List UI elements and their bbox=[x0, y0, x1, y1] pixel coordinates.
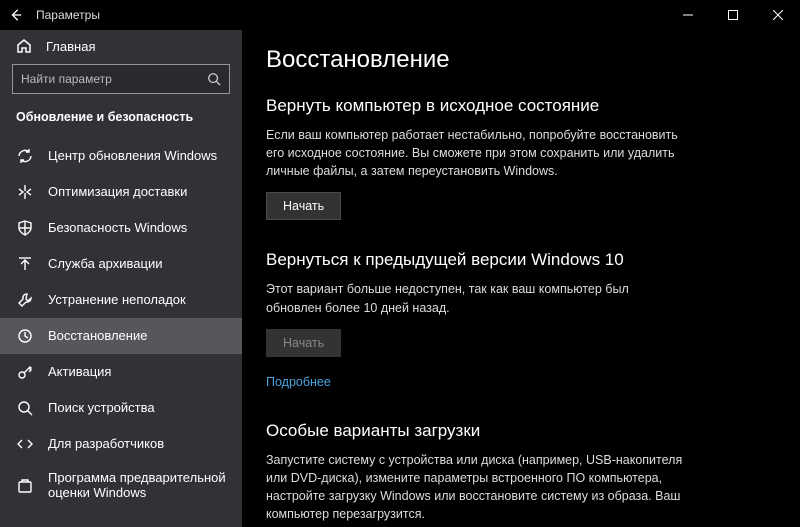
section-advanced-startup: Особые варианты загрузки Запустите систе… bbox=[266, 421, 686, 527]
sidebar-category: Обновление и безопасность bbox=[0, 104, 242, 138]
insider-icon bbox=[16, 477, 34, 495]
sidebar-item-label: Для разработчиков bbox=[48, 437, 164, 452]
home-icon bbox=[16, 38, 32, 54]
section-goback-desc: Этот вариант больше недоступен, так как … bbox=[266, 280, 686, 316]
window-title: Параметры bbox=[36, 8, 100, 22]
content: Восстановление Вернуть компьютер в исход… bbox=[242, 30, 800, 527]
sidebar-item-label: Активация bbox=[48, 365, 111, 380]
sidebar-item-label: Безопасность Windows bbox=[48, 221, 187, 236]
maximize-icon bbox=[728, 10, 738, 20]
sidebar-item-label: Устранение неполадок bbox=[48, 293, 186, 308]
sidebar-item-find-my-device[interactable]: Поиск устройства bbox=[0, 390, 242, 426]
titlebar: Параметры bbox=[0, 0, 800, 30]
section-goback: Вернуться к предыдущей версии Windows 10… bbox=[266, 250, 686, 390]
maximize-button[interactable] bbox=[710, 0, 755, 30]
goback-start-button: Начать bbox=[266, 329, 341, 357]
search-input[interactable] bbox=[21, 72, 207, 86]
section-reset: Вернуть компьютер в исходное состояние Е… bbox=[266, 96, 686, 220]
window-controls bbox=[665, 0, 800, 30]
home-label: Главная bbox=[46, 39, 95, 54]
sidebar-item-activation[interactable]: Активация bbox=[0, 354, 242, 390]
close-icon bbox=[773, 10, 783, 20]
sidebar-item-label: Программа предварительной оценки Windows bbox=[48, 471, 226, 501]
sync-icon bbox=[16, 147, 34, 165]
main: Главная Обновление и безопасность Центр … bbox=[0, 30, 800, 527]
sidebar-item-windows-update[interactable]: Центр обновления Windows bbox=[0, 138, 242, 174]
recovery-icon bbox=[16, 327, 34, 345]
sidebar-item-label: Центр обновления Windows bbox=[48, 149, 217, 164]
search-box[interactable] bbox=[12, 64, 230, 94]
sidebar-item-recovery[interactable]: Восстановление bbox=[0, 318, 242, 354]
minimize-button[interactable] bbox=[665, 0, 710, 30]
delivery-icon bbox=[16, 183, 34, 201]
home-button[interactable]: Главная bbox=[0, 30, 242, 64]
section-goback-title: Вернуться к предыдущей версии Windows 10 bbox=[266, 250, 686, 270]
section-reset-desc: Если ваш компьютер работает нестабильно,… bbox=[266, 126, 686, 180]
sidebar-nav: Центр обновления Windows Оптимизация дос… bbox=[0, 138, 242, 510]
close-button[interactable] bbox=[755, 0, 800, 30]
back-button[interactable] bbox=[0, 0, 32, 30]
minimize-icon bbox=[683, 10, 693, 20]
sidebar-item-label: Служба архивации bbox=[48, 257, 163, 272]
wrench-icon bbox=[16, 291, 34, 309]
sidebar-item-label: Восстановление bbox=[48, 329, 147, 344]
location-icon bbox=[16, 399, 34, 417]
section-advanced-desc: Запустите систему с устройства или диска… bbox=[266, 451, 686, 524]
sidebar-item-windows-security[interactable]: Безопасность Windows bbox=[0, 210, 242, 246]
section-advanced-title: Особые варианты загрузки bbox=[266, 421, 686, 441]
sidebar: Главная Обновление и безопасность Центр … bbox=[0, 30, 242, 527]
sidebar-item-for-developers[interactable]: Для разработчиков bbox=[0, 426, 242, 462]
goback-learnmore-link[interactable]: Подробнее bbox=[266, 375, 331, 389]
backup-icon bbox=[16, 255, 34, 273]
search-icon bbox=[207, 72, 221, 86]
sidebar-item-delivery-optimization[interactable]: Оптимизация доставки bbox=[0, 174, 242, 210]
shield-icon bbox=[16, 219, 34, 237]
sidebar-item-label: Оптимизация доставки bbox=[48, 185, 187, 200]
sidebar-item-label: Поиск устройства bbox=[48, 401, 155, 416]
section-reset-title: Вернуть компьютер в исходное состояние bbox=[266, 96, 686, 116]
code-icon bbox=[16, 435, 34, 453]
sidebar-item-troubleshoot[interactable]: Устранение неполадок bbox=[0, 282, 242, 318]
key-icon bbox=[16, 363, 34, 381]
arrow-left-icon bbox=[9, 8, 23, 22]
page-title: Восстановление bbox=[266, 46, 768, 74]
reset-start-button[interactable]: Начать bbox=[266, 192, 341, 220]
sidebar-item-insider-program[interactable]: Программа предварительной оценки Windows bbox=[0, 462, 242, 510]
sidebar-item-backup[interactable]: Служба архивации bbox=[0, 246, 242, 282]
